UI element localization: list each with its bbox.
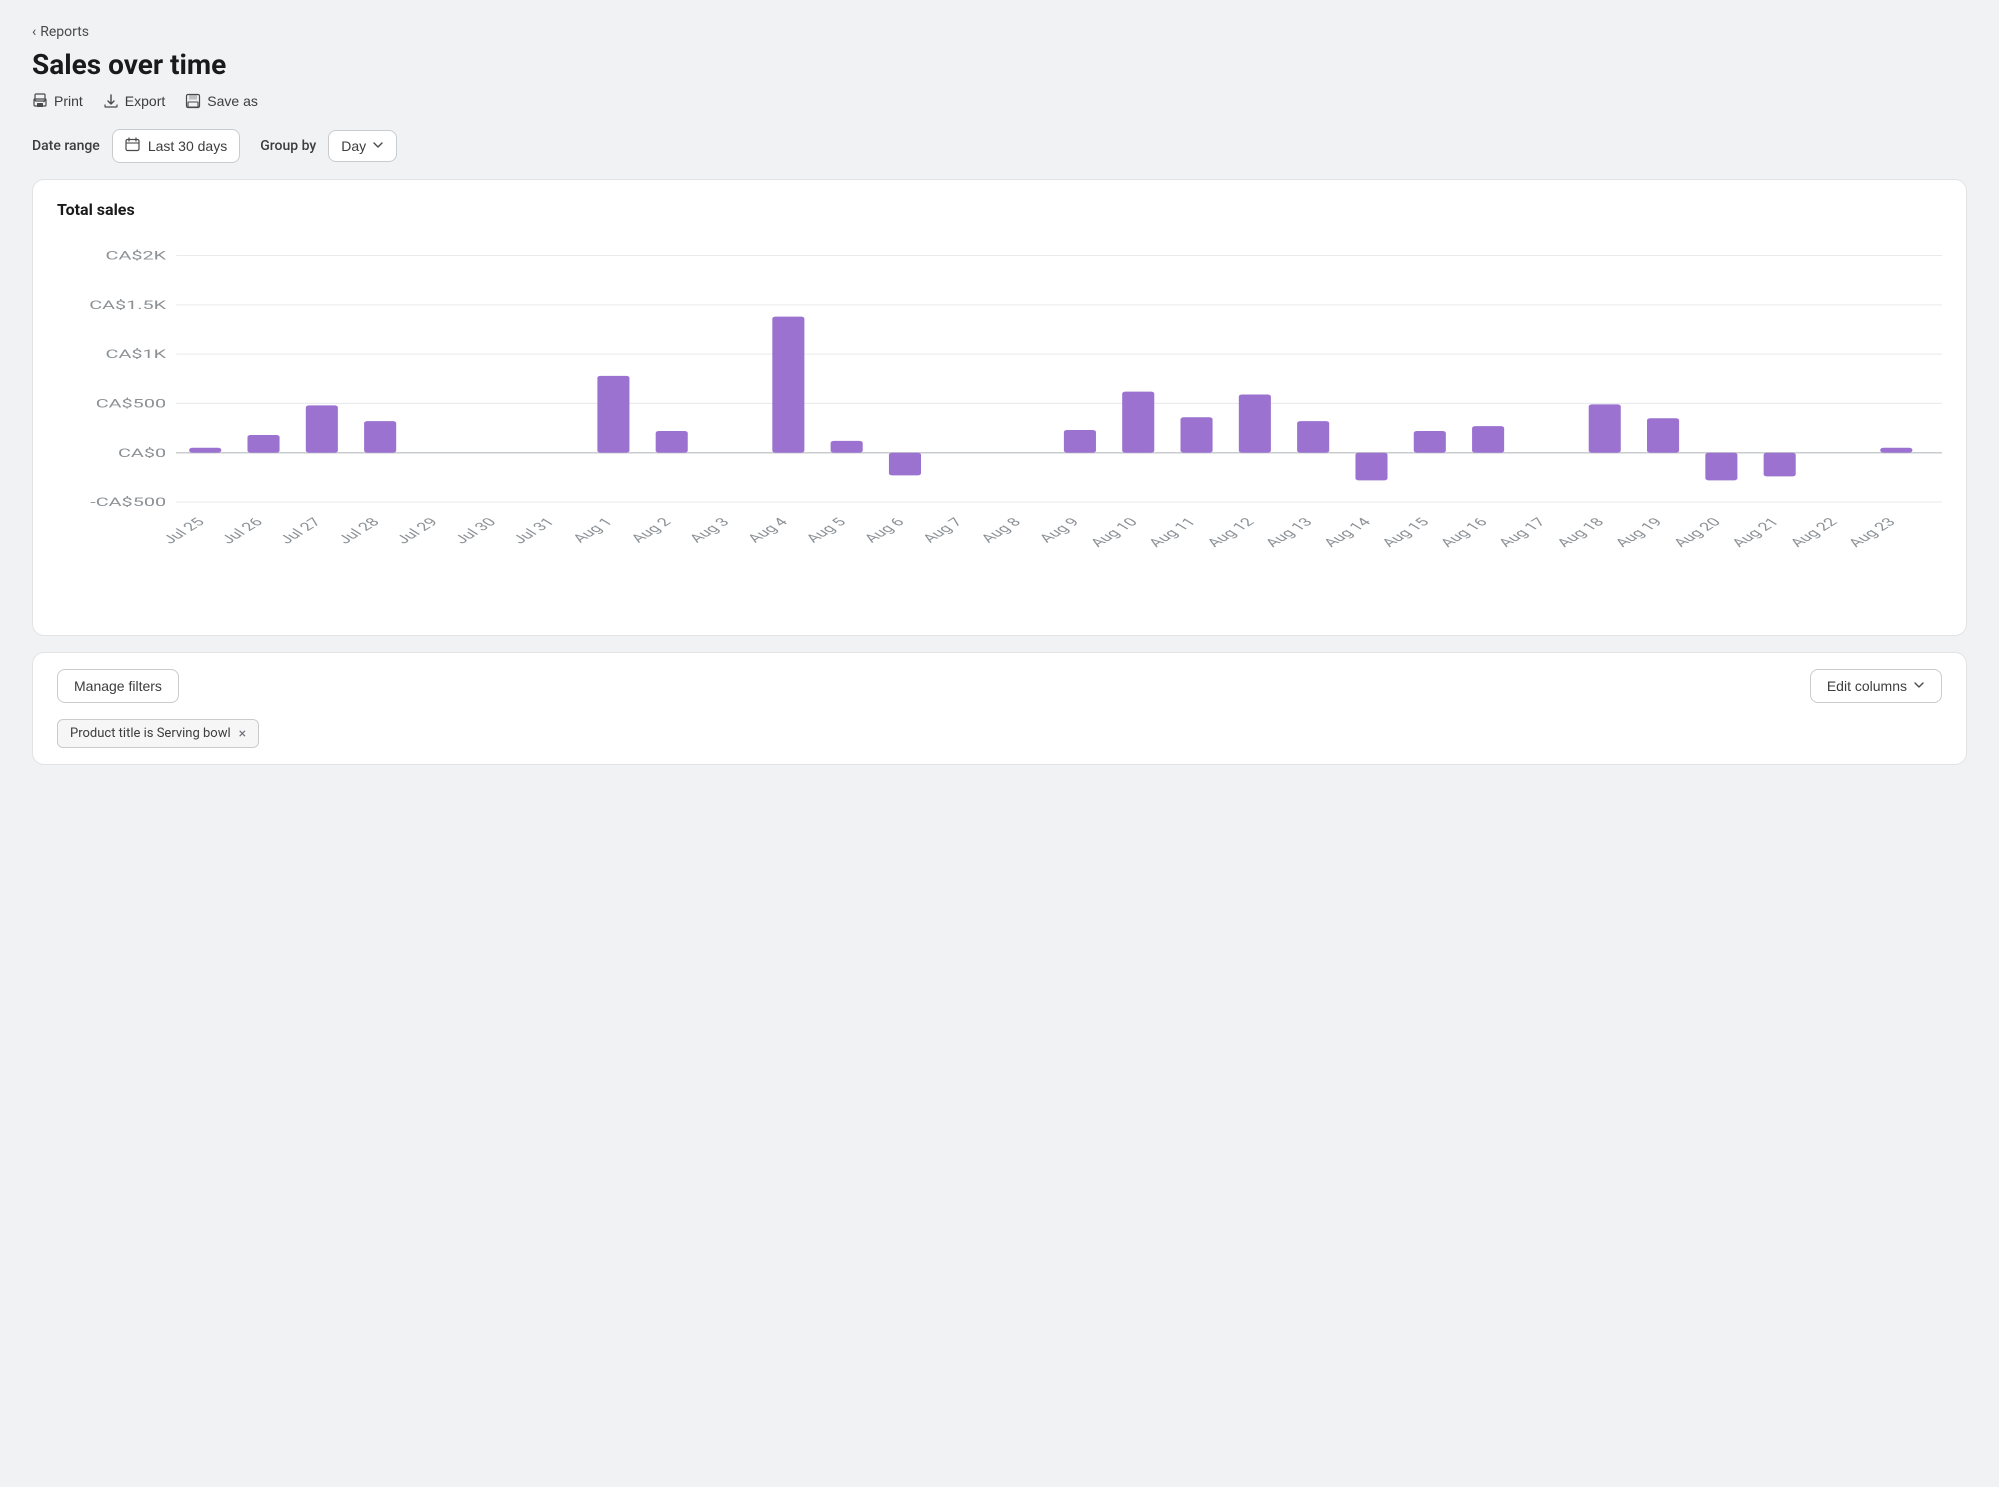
filter-tags: Product title is Serving bowl × bbox=[57, 719, 1942, 748]
chart-title: Total sales bbox=[57, 200, 1942, 219]
date-range-value: Last 30 days bbox=[148, 138, 227, 154]
edit-columns-label: Edit columns bbox=[1827, 678, 1907, 694]
chart-container: CA$2K CA$1.5K CA$1K CA$500 CA$0 -CA$500 … bbox=[57, 235, 1942, 615]
print-button[interactable]: Print bbox=[32, 93, 83, 109]
print-icon bbox=[32, 93, 48, 109]
back-link[interactable]: ‹ Reports bbox=[32, 24, 1967, 40]
filter-tag-serving-bowl: Product title is Serving bowl × bbox=[57, 719, 259, 748]
toolbar: Print Export Save as bbox=[32, 93, 1967, 109]
date-range-button[interactable]: Last 30 days bbox=[112, 129, 240, 163]
filters-row: Date range Last 30 days Group by Day bbox=[32, 129, 1967, 163]
print-label: Print bbox=[54, 93, 83, 109]
save-as-button[interactable]: Save as bbox=[185, 93, 258, 109]
group-by-button[interactable]: Day bbox=[328, 130, 397, 162]
page-title: Sales over time bbox=[32, 48, 1967, 81]
back-link-label: Reports bbox=[40, 24, 89, 40]
chevron-down-icon bbox=[372, 138, 384, 154]
back-arrow-icon: ‹ bbox=[32, 24, 36, 40]
chart-card: Total sales CA$2K CA$1.5K CA$1K CA$500 C… bbox=[32, 179, 1967, 636]
bottom-toolbar: Manage filters Edit columns bbox=[57, 669, 1942, 703]
manage-filters-button[interactable]: Manage filters bbox=[57, 669, 179, 703]
save-as-label: Save as bbox=[207, 93, 258, 109]
chevron-down-icon bbox=[1913, 678, 1925, 694]
group-by-value: Day bbox=[341, 138, 366, 154]
edit-columns-button[interactable]: Edit columns bbox=[1810, 669, 1942, 703]
date-range-label: Date range bbox=[32, 138, 100, 154]
filter-tag-label: Product title is Serving bowl bbox=[70, 726, 231, 741]
save-as-icon bbox=[185, 93, 201, 109]
export-button[interactable]: Export bbox=[103, 93, 165, 109]
export-label: Export bbox=[125, 93, 165, 109]
bottom-card: Manage filters Edit columns Product titl… bbox=[32, 652, 1967, 765]
filter-tag-close-button[interactable]: × bbox=[239, 727, 246, 741]
calendar-icon bbox=[125, 137, 140, 155]
export-icon bbox=[103, 93, 119, 109]
group-by-label: Group by bbox=[260, 138, 316, 154]
